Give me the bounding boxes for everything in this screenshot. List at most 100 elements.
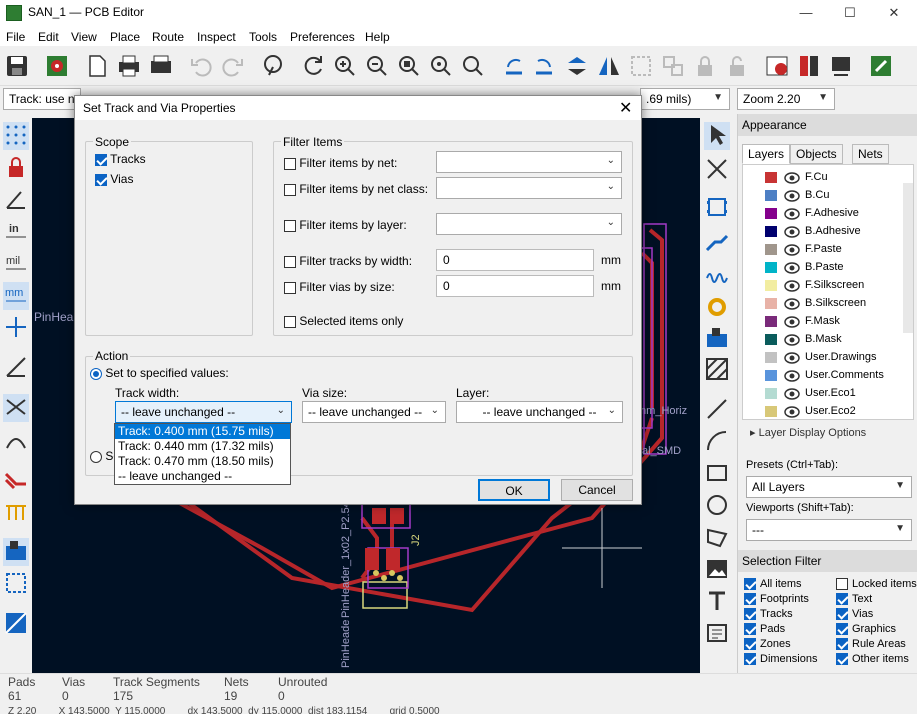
draw-rectangle-icon[interactable]: [704, 460, 730, 488]
visibility-eye-icon[interactable]: [784, 188, 800, 204]
undo-icon[interactable]: [188, 53, 214, 79]
units-mm-icon[interactable]: mm: [3, 282, 29, 310]
flip-vertical-icon[interactable]: [564, 53, 590, 79]
grid-lock-icon[interactable]: [3, 154, 29, 182]
visibility-eye-icon[interactable]: [784, 242, 800, 258]
layer-row[interactable]: B.Paste: [763, 259, 913, 277]
drc-icon[interactable]: [764, 53, 790, 79]
layer-color-swatch[interactable]: [765, 298, 777, 309]
lock-icon[interactable]: [692, 53, 718, 79]
filter-netclass-combo[interactable]: ⌄: [436, 177, 622, 199]
filter-width-checkbox[interactable]: Filter tracks by width:: [284, 254, 412, 268]
draw-line-icon[interactable]: [704, 396, 730, 424]
track-width-option[interactable]: -- leave unchanged --: [115, 469, 290, 484]
tab-layers[interactable]: Layers: [742, 144, 791, 164]
layer-color-swatch[interactable]: [765, 334, 777, 345]
selection-filter-checkbox[interactable]: Vias: [836, 608, 917, 623]
scripting-icon[interactable]: [868, 53, 894, 79]
add-image-icon[interactable]: [704, 556, 730, 584]
layer-display-options[interactable]: ▸ Layer Display Options: [750, 426, 866, 439]
curved-ratsnest-icon[interactable]: [3, 426, 29, 454]
zoom-selection-icon[interactable]: [460, 53, 486, 79]
route-track-icon[interactable]: [704, 228, 730, 256]
visibility-eye-icon[interactable]: [784, 260, 800, 276]
track-width-option[interactable]: Track: 0.470 mm (18.50 mils): [115, 454, 290, 469]
filter-via-input[interactable]: 0: [436, 275, 594, 297]
layer-color-swatch[interactable]: [765, 370, 777, 381]
draw-polygon-icon[interactable]: [704, 524, 730, 552]
menu-route[interactable]: Route: [152, 30, 184, 44]
find-icon[interactable]: [260, 53, 286, 79]
add-footprint-icon[interactable]: [704, 194, 730, 222]
layer-select[interactable]: -- leave unchanged -- ⌄: [456, 401, 623, 423]
layer-color-swatch[interactable]: [765, 208, 777, 219]
layer-color-swatch[interactable]: [765, 244, 777, 255]
layer-row[interactable]: B.Adhesive: [763, 223, 913, 241]
page-settings-icon[interactable]: [84, 53, 110, 79]
layer-color-swatch[interactable]: [765, 262, 777, 273]
cancel-button[interactable]: Cancel: [561, 479, 633, 501]
tab-nets[interactable]: Nets: [852, 144, 889, 164]
ok-button[interactable]: OK: [478, 479, 550, 501]
scope-tracks-checkbox[interactable]: Tracks: [95, 152, 146, 166]
visibility-eye-icon[interactable]: [784, 296, 800, 312]
track-width-option[interactable]: Track: 0.400 mm (15.75 mils): [115, 424, 290, 439]
selection-filter-checkbox[interactable]: Tracks: [744, 608, 834, 623]
menu-help[interactable]: Help: [365, 30, 390, 44]
menu-view[interactable]: View: [71, 30, 97, 44]
unlock-icon[interactable]: [724, 53, 750, 79]
layer-row[interactable]: User.Drawings: [763, 349, 913, 367]
layer-row[interactable]: F.Silkscreen: [763, 277, 913, 295]
draw-circle-icon[interactable]: [704, 492, 730, 520]
menu-inspect[interactable]: Inspect: [197, 30, 236, 44]
draw-arc-icon[interactable]: [704, 428, 730, 456]
close-window-button[interactable]: ✕: [872, 0, 916, 26]
zone-fill-icon[interactable]: [3, 538, 29, 566]
filter-layer-checkbox[interactable]: Filter items by layer:: [284, 218, 407, 232]
selection-filter-checkbox[interactable]: Pads: [744, 623, 834, 638]
layer-row[interactable]: User.Eco2: [763, 403, 913, 421]
visibility-eye-icon[interactable]: [784, 368, 800, 384]
layer-color-swatch[interactable]: [765, 388, 777, 399]
selection-filter-checkbox[interactable]: Rule Areas: [836, 638, 917, 653]
filter-net-combo[interactable]: ⌄: [436, 151, 622, 173]
selection-filter-checkbox[interactable]: Other items: [836, 653, 917, 668]
layer-row[interactable]: F.Adhesive: [763, 205, 913, 223]
show-ratsnest-icon[interactable]: [3, 394, 29, 422]
add-textbox-icon[interactable]: [704, 620, 730, 648]
tab-objects[interactable]: Objects: [790, 144, 843, 164]
selection-filter-checkbox[interactable]: All items: [744, 578, 834, 593]
zoom-objects-icon[interactable]: [428, 53, 454, 79]
print-icon[interactable]: [116, 53, 142, 79]
high-contrast-icon[interactable]: [3, 610, 29, 638]
menu-file[interactable]: File: [6, 30, 25, 44]
selected-only-checkbox[interactable]: Selected items only: [284, 314, 403, 328]
refresh-icon[interactable]: [300, 53, 326, 79]
layer-color-swatch[interactable]: [765, 190, 777, 201]
redo-icon[interactable]: [220, 53, 246, 79]
menu-preferences[interactable]: Preferences: [290, 30, 355, 44]
menu-tools[interactable]: Tools: [249, 30, 277, 44]
layer-row[interactable]: User.Eco1: [763, 385, 913, 403]
dialog-close-icon[interactable]: ✕: [619, 98, 632, 118]
set-specified-radio[interactable]: Set to specified values:: [90, 366, 229, 380]
layer-color-swatch[interactable]: [765, 280, 777, 291]
menu-edit[interactable]: Edit: [38, 30, 59, 44]
selection-filter-checkbox[interactable]: Locked items: [836, 578, 917, 593]
ratsnest-icon[interactable]: [3, 354, 29, 382]
grid-toggle-icon[interactable]: [3, 122, 29, 150]
selection-filter-checkbox[interactable]: Text: [836, 593, 917, 608]
via-size-select[interactable]: -- leave unchanged -- ⌄: [302, 401, 446, 423]
filter-layer-combo[interactable]: ⌄: [436, 213, 622, 235]
units-inch-icon[interactable]: in: [3, 218, 29, 246]
zoom-out-icon[interactable]: [364, 53, 390, 79]
maximize-button[interactable]: ☐: [828, 0, 872, 26]
layer-row[interactable]: F.Paste: [763, 241, 913, 259]
track-width-select[interactable]: -- leave unchanged -- ⌄: [115, 401, 292, 423]
layer-color-swatch[interactable]: [765, 406, 777, 417]
layer-row[interactable]: F.Mask: [763, 313, 913, 331]
layer-color-swatch[interactable]: [765, 172, 777, 183]
units-mil-icon[interactable]: mil: [3, 250, 29, 278]
visibility-eye-icon[interactable]: [784, 386, 800, 402]
menu-place[interactable]: Place: [110, 30, 140, 44]
